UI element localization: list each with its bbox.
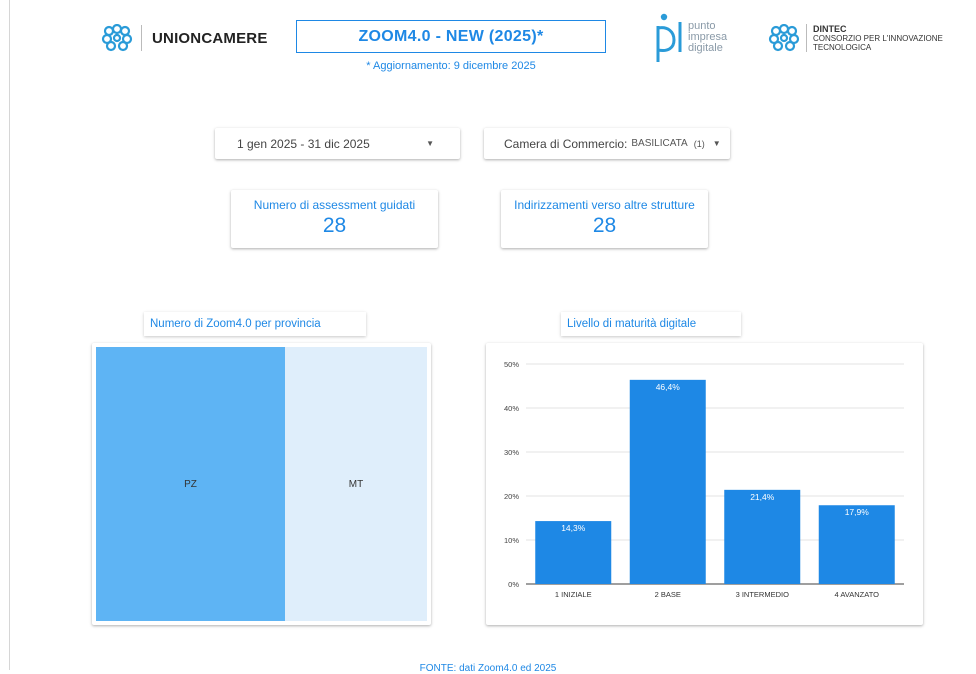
bar-value-label: 14,3%: [561, 523, 586, 533]
kpi-guided-value: 28: [322, 214, 347, 237]
maturity-chart-title: Livello di maturità digitale: [561, 312, 741, 336]
pid-mark-icon: [656, 13, 682, 62]
unioncamere-text: UNIONCAMERE: [152, 29, 268, 47]
bar-value-label: 21,4%: [750, 492, 775, 502]
date-range-value: 1 gen 2025 - 31 dic 2025: [237, 136, 370, 151]
bar-chart-svg: 0% 10% 20% 30% 40% 50% 14,3% 1 INIZIALE 46,4% 2 B…: [504, 360, 904, 599]
pid-line-2: impresa: [688, 30, 728, 43]
kpi-guided-card: Numero di assessment guidati 28: [231, 190, 438, 248]
bar: [629, 379, 706, 584]
y-tick-label: 0%: [508, 580, 519, 589]
logo-divider: [806, 24, 807, 52]
x-tick-label: 2 BASE: [655, 590, 681, 599]
y-tick-label: 40%: [504, 404, 519, 413]
logo-divider: [141, 25, 142, 51]
kpi-referrals-value: 28: [592, 214, 617, 237]
bar-value-label: 46,4%: [656, 382, 681, 392]
treemap-cell-label: MT: [348, 478, 364, 490]
y-tick-label: 50%: [504, 360, 519, 369]
dintec-knot-icon: [768, 24, 800, 52]
treemap-cell-label: PZ: [184, 478, 197, 490]
chamber-label: Camera di Commercio:: [504, 136, 628, 151]
dintec-line-1: CONSORZIO PER L'INNOVAZIONE: [813, 33, 943, 43]
treemap-chart: PZ MT: [92, 343, 431, 625]
kpi-referrals-card: Indirizzamenti verso altre strutture 28: [501, 190, 708, 248]
treemap-title-text: Numero di Zoom4.0 per provincia: [150, 318, 321, 330]
treemap-title: Numero di Zoom4.0 per provincia: [144, 312, 366, 336]
kpi-guided-label: Numero di assessment guidati: [253, 198, 416, 212]
treemap-cell-pz[interactable]: PZ: [96, 347, 285, 621]
chamber-count: (1): [693, 138, 705, 149]
y-tick-label: 30%: [504, 448, 519, 457]
dintec-text: DINTEC CONSORZIO PER L'INNOVAZIONE TECNO…: [813, 23, 943, 52]
kpi-referrals-label: Indirizzamenti verso altre strutture: [514, 198, 695, 212]
y-tick-label: 10%: [504, 536, 519, 545]
unioncamere-logo: UNIONCAMERE: [101, 24, 268, 52]
unioncamere-knot-icon: [101, 24, 133, 52]
chamber-value: BASILICATA: [631, 138, 688, 149]
chevron-down-icon: ▼: [426, 139, 434, 148]
dintec-name: DINTEC: [813, 23, 847, 34]
update-note: * Aggiornamento: 9 dicembre 2025: [366, 60, 536, 72]
chevron-down-icon: ▼: [712, 139, 721, 148]
dintec-logo: DINTEC CONSORZIO PER L'INNOVAZIONE TECNO…: [768, 24, 943, 52]
page-title-text: ZOOM4.0 - NEW (2025)*: [358, 27, 544, 45]
pid-text: punto impresa digitale: [688, 19, 728, 54]
chamber-dropdown[interactable]: Camera di Commercio: BASILICATA (1) ▼: [484, 128, 730, 159]
pid-logo: punto impresa digitale: [650, 12, 727, 62]
footer-source: FONTE: dati Zoom4.0 ed 2025: [419, 663, 557, 674]
pid-line-1: punto: [688, 19, 716, 32]
pid-line-3: digitale: [688, 41, 723, 54]
maturity-chart-title-text: Livello di maturità digitale: [567, 318, 697, 330]
bar-value-label: 17,9%: [845, 507, 870, 517]
left-border: [9, 0, 10, 670]
maturity-bar-chart: 0% 10% 20% 30% 40% 50% 14,3% 1 INIZIALE 46,4% 2 B…: [486, 343, 923, 625]
treemap-cell-mt[interactable]: MT: [285, 347, 427, 621]
bar: [724, 489, 801, 584]
date-range-dropdown[interactable]: 1 gen 2025 - 31 dic 2025 ▼: [215, 128, 460, 159]
y-tick-label: 20%: [504, 492, 519, 501]
dintec-line-2: TECNOLOGICA: [813, 42, 872, 52]
x-tick-label: 3 INTERMEDIO: [736, 590, 790, 599]
x-tick-label: 1 INIZIALE: [555, 590, 592, 599]
x-tick-label: 4 AVANZATO: [835, 590, 880, 599]
page-title: ZOOM4.0 - NEW (2025)*: [296, 20, 606, 53]
